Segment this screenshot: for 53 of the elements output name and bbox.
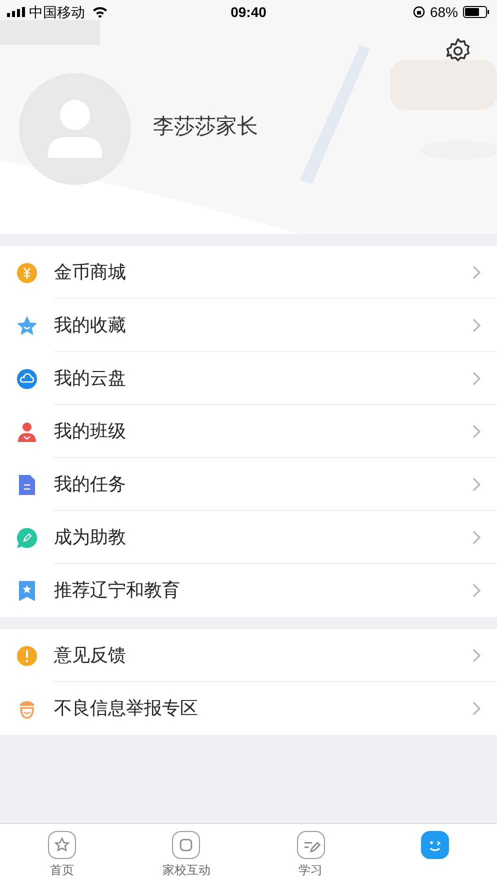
- chevron-icon: [472, 370, 481, 386]
- profile-name: 李莎莎家长: [153, 114, 258, 140]
- menu-item-label: 意见反馈: [54, 644, 126, 666]
- chevron-icon: [472, 701, 481, 716]
- battery-percent: 68%: [430, 2, 458, 22]
- smiley-icon: [420, 831, 449, 859]
- menu-item-label: 我的任务: [54, 472, 126, 496]
- person-icon: [16, 420, 38, 442]
- star-icon: [48, 831, 76, 859]
- tab-bar-item[interactable]: 首页: [0, 824, 124, 883]
- signal-icon: [7, 7, 26, 17]
- menu-item-label: 不良信息举报专区: [54, 697, 198, 720]
- menu-item[interactable]: 不良信息举报专区: [0, 682, 497, 735]
- tab-bar-item[interactable]: 学习: [248, 824, 373, 883]
- pencil-bubble-icon: [16, 526, 38, 548]
- menu-item-label: 我的收藏: [54, 314, 126, 336]
- carrier-name: 中国移动: [29, 2, 85, 22]
- menu-item-label: 金币商城: [54, 260, 126, 284]
- tab-label: 首页: [50, 862, 74, 879]
- chevron-icon: [472, 264, 481, 280]
- bookmark-icon: [16, 580, 38, 602]
- tab-bar-item[interactable]: 家校互动: [124, 824, 248, 883]
- menu-item[interactable]: 金币商城: [0, 246, 497, 299]
- menu-item[interactable]: 我的云盘: [0, 352, 497, 405]
- wifi-icon: [92, 6, 108, 18]
- tab-label: 学习: [298, 862, 323, 879]
- tab-label: 家校互动: [162, 862, 210, 879]
- menu-item[interactable]: 我的收藏: [0, 299, 497, 352]
- pencil-icon: [296, 831, 325, 859]
- document-icon: [16, 474, 38, 496]
- cloud-icon: [16, 368, 38, 390]
- alert-icon: [16, 644, 38, 666]
- menu-item[interactable]: 意见反馈: [0, 629, 497, 682]
- coin-icon: [16, 262, 38, 284]
- clock-time: 09:40: [230, 2, 266, 22]
- menu-item[interactable]: 推荐辽宁和教育: [0, 564, 497, 617]
- menu-item[interactable]: 我的班级: [0, 405, 497, 458]
- battery-icon: [463, 6, 490, 18]
- menu-item-label: 成为助教: [54, 526, 126, 548]
- chevron-icon: [472, 648, 481, 662]
- star-icon: [16, 314, 38, 336]
- rotation-lock-icon: [412, 6, 425, 18]
- chevron-icon: [472, 583, 481, 598]
- menu-item-label: 我的云盘: [54, 366, 126, 390]
- frame-icon: [172, 831, 200, 859]
- chevron-icon: [472, 424, 481, 438]
- menu-item[interactable]: 我的任务: [0, 458, 497, 511]
- menu-item-label: 我的班级: [54, 420, 126, 442]
- chevron-icon: [472, 318, 481, 332]
- chevron-icon: [472, 476, 481, 492]
- menu-item[interactable]: 成为助教: [0, 511, 497, 564]
- chevron-icon: [472, 530, 481, 544]
- menu-item-label: 推荐辽宁和教育: [54, 579, 180, 602]
